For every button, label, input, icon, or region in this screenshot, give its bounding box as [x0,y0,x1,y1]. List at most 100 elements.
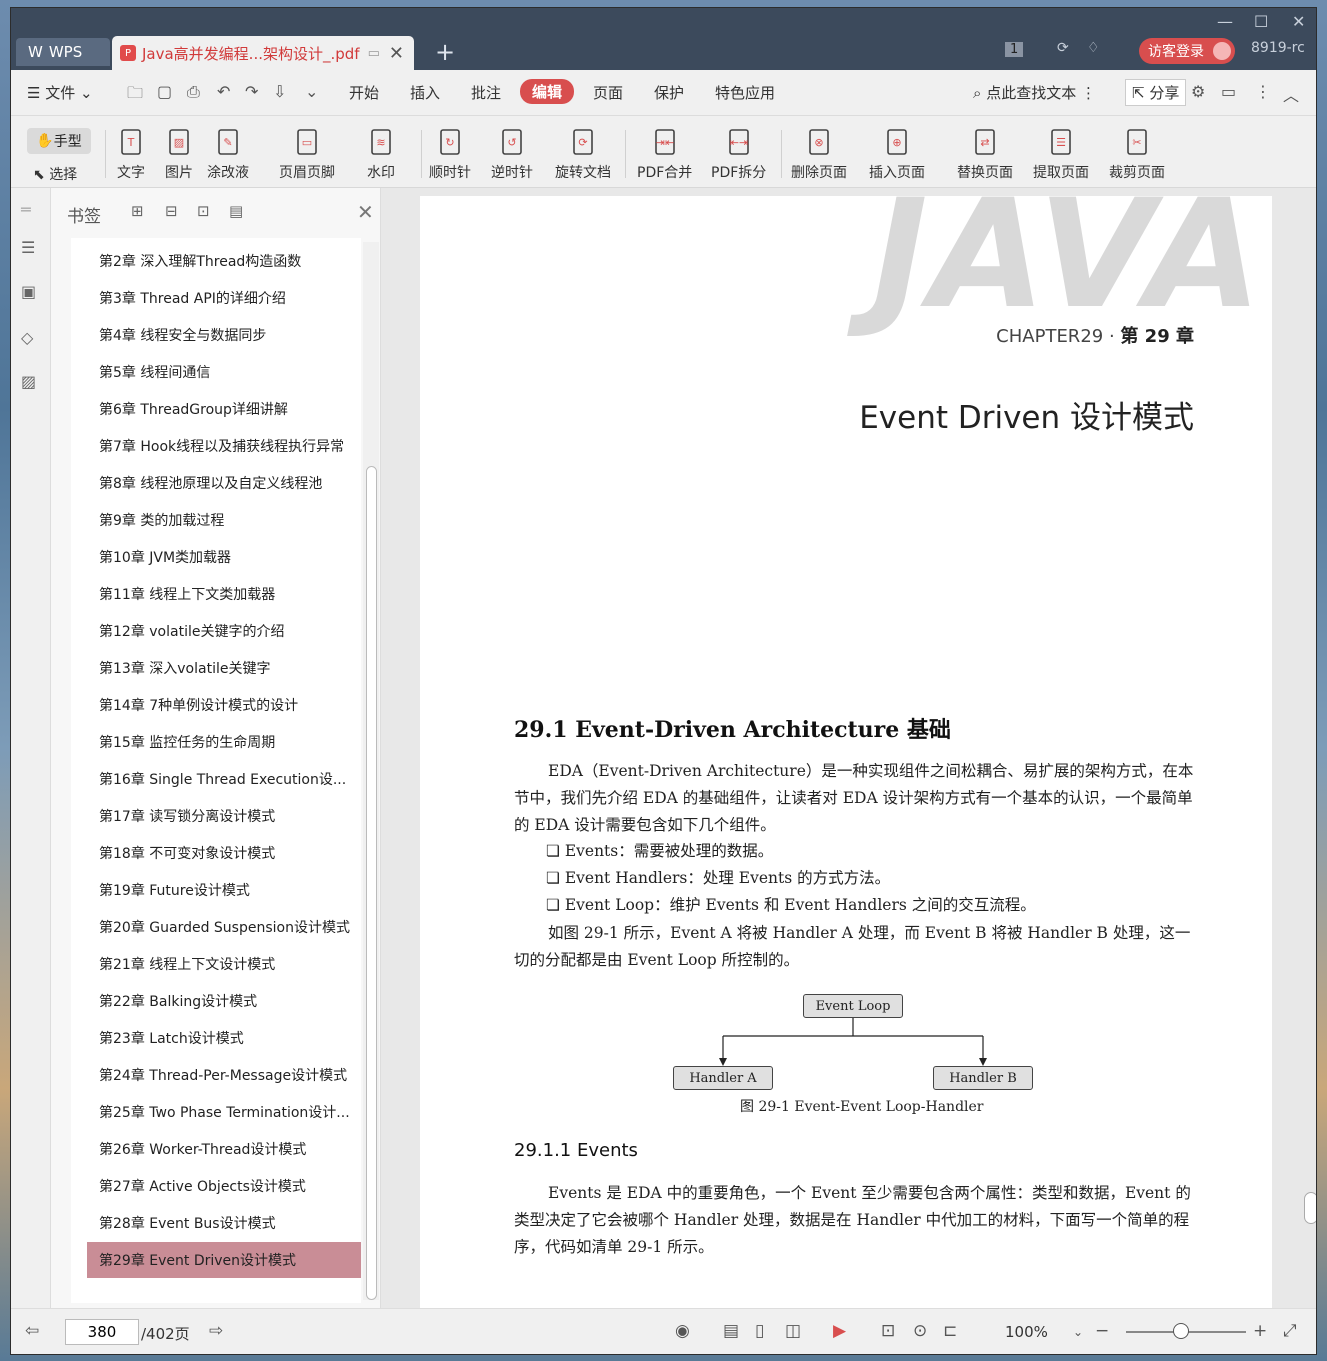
fit-page-icon[interactable]: ⊙ [913,1321,927,1341]
rotate-cw-button[interactable]: ↻ 顺时针 [429,126,471,182]
rotate-ccw-button[interactable]: ↺ 逆时针 [491,126,533,182]
rotate-doc-button[interactable]: ⟳ 旋转文档 [555,126,611,182]
bookmark-item[interactable]: ▶第9章 类的加载过程 [87,502,361,538]
replace-page-button[interactable]: ⇄ 替换页面 [957,126,1013,182]
share-button[interactable]: ⇱ 分享 [1125,79,1187,106]
comment-icon[interactable]: ▭ [1221,82,1236,101]
new-tab-button[interactable]: + [435,38,455,66]
select-tool-button[interactable]: ⬉ 选择 [33,164,77,184]
zoom-slider-knob[interactable] [1173,1323,1189,1339]
bookmark-item[interactable]: ▶第29章 Event Driven设计模式 [87,1242,361,1278]
menu-special[interactable]: 特色应用 [715,82,775,103]
bookmark-item[interactable]: ▶第19章 Future设计模式 [87,872,361,908]
bookmark-item[interactable]: ▶第16章 Single Thread Execution设... [87,761,361,797]
pdf-split-button[interactable]: ⇤⇥ PDF拆分 [711,126,766,182]
undo-icon[interactable]: ↶ [217,82,230,101]
annotation-icon[interactable]: ◇ [21,328,41,348]
monitor-icon[interactable]: ▭ [368,46,380,61]
bookmark-item[interactable]: ▶第2章 深入理解Thread构造函数 [87,243,361,279]
bookmark-item[interactable]: ▶第3章 Thread API的详细介绍 [87,280,361,316]
zoom-in-icon[interactable]: + [1253,1321,1267,1341]
bookmark-item[interactable]: ▶第17章 读写锁分离设计模式 [87,798,361,834]
insert-page-button[interactable]: ⊕ 插入页面 [869,126,925,182]
bookmark-item[interactable]: ▶第26章 Worker-Thread设计模式 [87,1131,361,1167]
zoom-level[interactable]: 100% [1005,1323,1048,1341]
tab-count-badge[interactable]: 1 [1005,42,1024,57]
bookmark-item[interactable]: ▶第10章 JVM类加载器 [87,539,361,575]
two-page-icon[interactable]: ◫ [785,1321,801,1341]
bookmark-item[interactable]: ▶第11章 线程上下文类加载器 [87,576,361,612]
bookmark-panel-icon[interactable]: ☰ [21,238,41,258]
close-panel-icon[interactable]: ✕ [357,200,374,224]
bookmark-item[interactable]: ▶第24章 Thread-Per-Message设计模式 [87,1057,361,1093]
image-panel-icon[interactable]: ▨ [21,372,41,392]
play-icon[interactable]: ▶ [833,1321,846,1341]
bookmark-item[interactable]: ▶第13章 深入volatile关键字 [87,650,361,686]
bookmark-item[interactable]: ▶第23章 Latch设计模式 [87,1020,361,1056]
thumbnail-icon[interactable]: ▣ [21,282,41,302]
wps-home-tab[interactable]: W WPS [16,38,110,66]
bookmark-item[interactable]: ▶第7章 Hook线程以及捕获线程执行异常 [87,428,361,464]
pdf-merge-button[interactable]: ⇥⇤ PDF合并 [637,126,692,182]
bookmark-item[interactable]: ▶第27章 Active Objects设计模式 [87,1168,361,1204]
settings-icon[interactable]: ⚙ [1191,82,1205,101]
print-icon[interactable]: ⎙ [187,82,200,102]
bookmark-item[interactable]: ▶第12章 volatile关键字的介绍 [87,613,361,649]
hand-tool-button[interactable]: ✋ 手型 [27,128,91,154]
menu-comment[interactable]: 批注 [471,82,501,103]
page-number-input[interactable]: 380 [65,1319,139,1345]
login-button[interactable]: 访客登录 [1139,38,1235,64]
bookmark-item[interactable]: ▶第20章 Guarded Suspension设计模式 [87,909,361,945]
actual-size-icon[interactable]: ⊡ [881,1321,895,1341]
fullscreen-icon[interactable]: ⤢ [1283,1321,1297,1341]
menu-edit[interactable]: 编辑 [520,79,575,104]
next-page-icon[interactable]: ⇨ [209,1321,223,1341]
bookmark-item[interactable]: ▶第28章 Event Bus设计模式 [87,1205,361,1241]
menu-start[interactable]: 开始 [349,82,379,103]
bookmark-item[interactable]: ▶第22章 Balking设计模式 [87,983,361,1019]
zoom-dropdown-icon[interactable]: ⌄ [1073,1325,1083,1339]
watermark-button[interactable]: ≋ 水印 [365,126,397,182]
eye-protection-icon[interactable]: ◉ [675,1321,690,1341]
close-window-icon[interactable]: ✕ [1292,12,1305,31]
bookmark-item[interactable]: ▶第4章 线程安全与数据同步 [87,317,361,353]
maximize-icon[interactable]: ☐ [1254,12,1268,31]
add-bookmark-icon[interactable]: ⊞ [131,202,144,220]
crop-page-button[interactable]: ✂ 裁剪页面 [1109,126,1165,182]
bookmark-item[interactable]: ▶第15章 监控任务的生命周期 [87,724,361,760]
bookmark-item[interactable]: ▶第18章 不可变对象设计模式 [87,835,361,871]
bookmark-options-icon[interactable]: ▤ [229,202,243,220]
search-box[interactable]: ⌕ 点此查找文本 ⋮ [973,82,1096,103]
header-footer-button[interactable]: ▭ 页眉页脚 [279,126,335,182]
text-button[interactable]: T 文字 [115,126,147,182]
fit-width-icon[interactable]: ⊏ [943,1321,957,1341]
bookmark-item[interactable]: ▶第14章 7种单例设计模式的设计 [87,687,361,723]
menu-protect[interactable]: 保护 [654,82,684,103]
prev-page-icon[interactable]: ⇦ [25,1321,39,1341]
image-button[interactable]: ▨ 图片 [163,126,195,182]
single-page-icon[interactable]: ▯ [755,1321,764,1341]
sync-icon[interactable]: ⟳ [1057,40,1069,56]
document-scrollbar-thumb[interactable] [1304,1192,1316,1224]
save-icon[interactable]: ▢ [157,82,172,101]
scrollbar-thumb[interactable] [366,466,377,1300]
open-icon[interactable]: 🗀 [127,82,143,109]
delete-page-button[interactable]: ⊗ 删除页面 [791,126,847,182]
document-scrollbar[interactable] [1304,196,1316,1306]
extract-page-button[interactable]: ☰ 提取页面 [1033,126,1089,182]
file-menu[interactable]: ☰ 文件 ⌄ [27,82,93,103]
menu-page[interactable]: 页面 [593,82,623,103]
bookmark-item[interactable]: ▶第5章 线程间通信 [87,354,361,390]
bookmark-scrollbar[interactable] [363,242,379,1300]
document-tab[interactable]: P Java高并发编程...架构设计_.pdf ▭ ✕ [112,36,414,70]
expand-bookmark-icon[interactable]: ⊡ [197,202,210,220]
bookmark-item[interactable]: ▶第21章 线程上下文设计模式 [87,946,361,982]
menu-insert[interactable]: 插入 [410,82,440,103]
more-icon[interactable]: ⌄ [305,82,318,101]
bookmark-item[interactable]: ▶第6章 ThreadGroup详细讲解 [87,391,361,427]
remove-bookmark-icon[interactable]: ⊟ [165,202,178,220]
more-options-icon[interactable]: ⋮ [1255,82,1271,101]
skin-icon[interactable]: ♢ [1087,40,1100,56]
whiteout-button[interactable]: ✎ 涂改液 [207,126,249,182]
continuous-view-icon[interactable]: ▤ [723,1321,739,1341]
